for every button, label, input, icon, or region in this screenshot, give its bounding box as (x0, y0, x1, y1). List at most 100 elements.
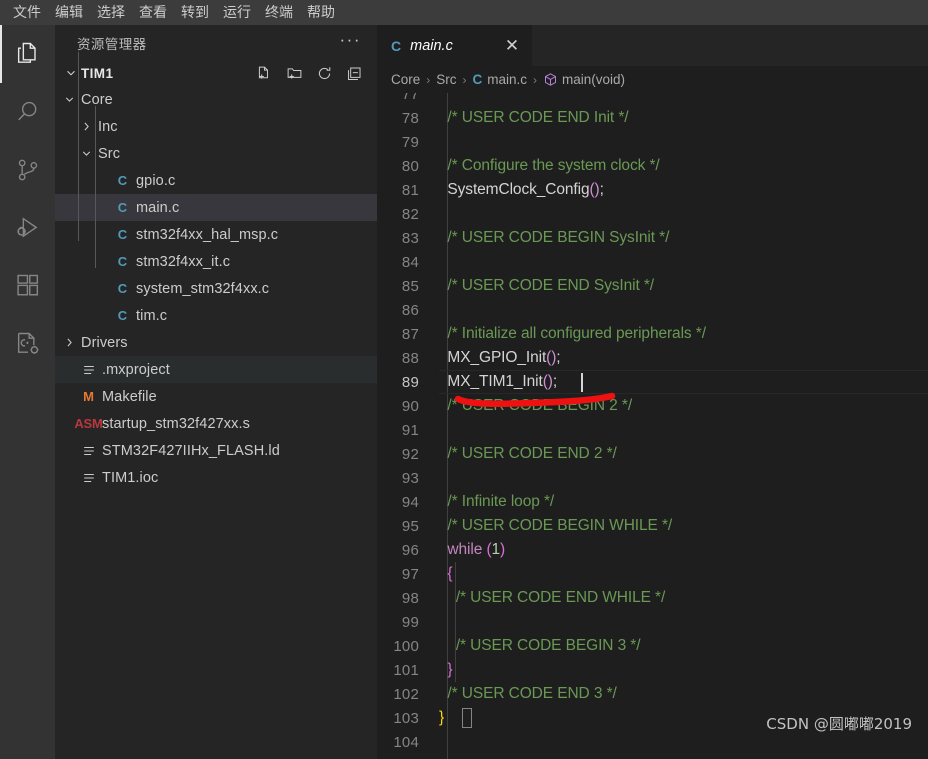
tree-item-tim-c[interactable]: Ctim.c (55, 302, 377, 329)
menu-view[interactable]: 查看 (132, 1, 174, 24)
code-line-text: /* Initialize all configured peripherals… (447, 325, 706, 342)
tree-item-drivers[interactable]: Drivers (55, 329, 377, 356)
line-number: 104 (393, 733, 419, 751)
code-line-text: while (1) (447, 541, 506, 558)
tree-item-label: Makefile (102, 388, 157, 405)
tree-item-label: startup_stm32f427xx.s (102, 415, 250, 432)
tree-item-tim1-ioc[interactable]: TIM1.ioc (55, 464, 377, 491)
tree-item-label: Src (98, 145, 121, 162)
text-file-icon (78, 471, 99, 485)
breadcrumb-item-main-c[interactable]: Cmain.c (473, 72, 528, 87)
code-line: 77 (377, 93, 928, 106)
chevron-right-icon (61, 336, 78, 349)
code-line-text: } (439, 709, 445, 726)
breadcrumb-item-main-void[interactable]: main(void) (543, 72, 625, 88)
breadcrumb: Core › Src › Cmain.c › main(void) (377, 66, 928, 93)
menu-help[interactable]: 帮助 (300, 1, 342, 24)
menu-terminal[interactable]: 终端 (258, 1, 300, 24)
symbol-function-icon (543, 72, 558, 87)
code-line-text: MX_GPIO_Init(); (447, 349, 561, 366)
tree-item-mxproject[interactable]: .mxproject (55, 356, 377, 383)
menu-edit[interactable]: 编辑 (48, 1, 90, 24)
line-number: 98 (401, 589, 419, 607)
code-line: 89 MX_TIM1_Init(); (377, 370, 928, 394)
explorer-project-name: TIM1 (81, 65, 114, 81)
code-line-text: /* USER CODE END WHILE */ (455, 589, 666, 606)
code-line: 95 /* USER CODE BEGIN WHILE */ (377, 514, 928, 538)
extensions-icon (14, 272, 42, 300)
tree-indent-guide (78, 52, 79, 241)
breadcrumb-separator: › (533, 72, 538, 87)
code-line-text: { (447, 565, 453, 582)
tree-item-stm32f4xx-hal-msp-c[interactable]: Cstm32f4xx_hal_msp.c (55, 221, 377, 248)
menu-run[interactable]: 运行 (216, 1, 258, 24)
line-number: 86 (401, 301, 419, 319)
refresh-icon[interactable] (316, 65, 333, 82)
code-line-text: /* USER CODE END 3 */ (447, 685, 617, 702)
new-file-icon[interactable] (256, 65, 273, 82)
chevron-right-icon (78, 120, 95, 133)
breadcrumb-item-src[interactable]: Src (436, 72, 456, 87)
code-line: 78 /* USER CODE END Init */ (377, 106, 928, 130)
activity-item-search[interactable] (0, 83, 55, 141)
tree-item-system-stm32f4xx-c[interactable]: Csystem_stm32f4xx.c (55, 275, 377, 302)
breadcrumb-item-core[interactable]: Core (391, 72, 420, 87)
tree-item-label: Drivers (81, 334, 128, 351)
code-editor[interactable]: 77 78 /* USER CODE END Init */ 79 80 /* Con… (377, 93, 928, 759)
line-number: 91 (401, 421, 419, 439)
makefile-icon: M (83, 389, 94, 404)
code-line: 82 (377, 202, 928, 226)
line-number: 103 (393, 709, 419, 727)
asm-file-icon: ASM (74, 416, 103, 431)
tree-item-main-c[interactable]: Cmain.c (55, 194, 377, 221)
breadcrumb-separator: › (426, 72, 431, 87)
tree-item-label: TIM1.ioc (102, 469, 159, 486)
tree-item-startup-stm32f427xx-s[interactable]: ASM startup_stm32f427xx.s (55, 410, 377, 437)
collapse-all-icon[interactable] (346, 65, 363, 82)
c-file-icon: C (391, 37, 402, 54)
code-line-text: /* Infinite loop */ (447, 493, 555, 510)
editor-tab-main-c[interactable]: C main.c ✕ (377, 25, 532, 66)
explorer-more-actions-button[interactable]: ··· (340, 31, 361, 50)
activity-item-cpp-config[interactable] (0, 315, 55, 373)
new-folder-icon[interactable] (286, 65, 303, 82)
code-line: 88 MX_GPIO_Init(); (377, 346, 928, 370)
activity-item-extensions[interactable] (0, 257, 55, 315)
line-number: 80 (401, 157, 419, 175)
tree-item-inc[interactable]: Inc (55, 113, 377, 140)
line-number: 94 (401, 493, 419, 511)
menu-go[interactable]: 转到 (174, 1, 216, 24)
tree-item-makefile[interactable]: M Makefile (55, 383, 377, 410)
code-line-text: } (447, 661, 453, 678)
tree-item-label: gpio.c (136, 172, 176, 189)
tree-item-stm32f427iihx-flash-ld[interactable]: STM32F427IIHx_FLASH.ld (55, 437, 377, 464)
chevron-down-icon (63, 66, 79, 80)
c-file-icon: C (117, 200, 128, 215)
line-number: 99 (401, 613, 419, 631)
code-line: 96 while (1) (377, 538, 928, 562)
text-file-icon (78, 444, 99, 458)
tree-item-src[interactable]: Src (55, 140, 377, 167)
editor-group: C main.c ✕ Core › Src › Cmain.c › main(void) 7… (377, 25, 928, 759)
tree-item-gpio-c[interactable]: Cgpio.c (55, 167, 377, 194)
tree-item-label: stm32f4xx_it.c (136, 253, 231, 270)
code-line: 90 /* USER CODE BEGIN 2 */ (377, 394, 928, 418)
menu-file[interactable]: 文件 (6, 1, 48, 24)
activity-item-run-and-debug[interactable] (0, 199, 55, 257)
tree-item-core[interactable]: Core (55, 86, 377, 113)
line-number: 78 (401, 109, 419, 127)
activity-item-explorer[interactable] (0, 25, 55, 83)
code-line: 83 /* USER CODE BEGIN SysInit */ (377, 226, 928, 250)
activity-item-source-control[interactable] (0, 141, 55, 199)
tree-item-stm32f4xx-it-c[interactable]: Cstm32f4xx_it.c (55, 248, 377, 275)
explorer-section-header-tim1[interactable]: TIM1 (55, 60, 377, 86)
line-number: 97 (401, 565, 419, 583)
code-line: 99 (377, 610, 928, 634)
line-number: 77 (401, 93, 419, 103)
menu-selection[interactable]: 选择 (90, 1, 132, 24)
line-number: 90 (401, 397, 419, 415)
close-icon[interactable]: ✕ (502, 37, 522, 54)
tree-item-label: tim.c (136, 307, 168, 324)
line-number: 102 (393, 685, 419, 703)
line-number: 89 (401, 373, 419, 391)
